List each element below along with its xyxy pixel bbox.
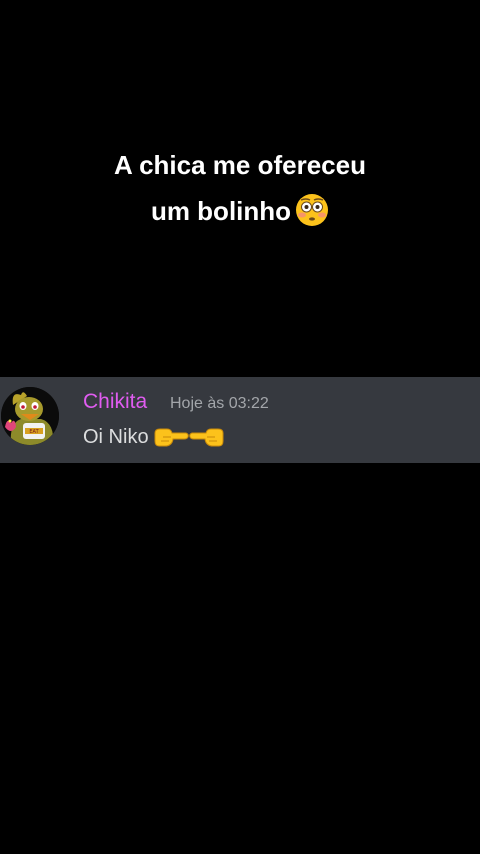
pointing-right-icon xyxy=(154,428,189,447)
pointing-left-icon xyxy=(188,428,224,447)
caption-line-1: A chica me ofereceu xyxy=(114,150,366,180)
emoji-group xyxy=(153,424,225,450)
caption-line-2-wrap: um bolinho xyxy=(0,188,480,241)
message-content: Oi Niko xyxy=(83,424,225,450)
username[interactable]: Chikita xyxy=(83,390,147,414)
svg-text:EAT: EAT xyxy=(29,429,39,435)
video-caption: A chica me ofereceu um bolinho xyxy=(0,142,480,241)
avatar[interactable]: EAT xyxy=(1,387,59,445)
chica-avatar-icon: EAT xyxy=(1,387,59,445)
flushed-face-icon xyxy=(295,193,329,241)
chat-message[interactable]: EAT Chikita Hoje às 03:22 Oi Niko xyxy=(0,377,480,463)
timestamp: Hoje às 03:22 xyxy=(170,395,269,412)
message-text: Oi Niko xyxy=(83,425,149,448)
caption-line-2: um bolinho xyxy=(150,196,292,226)
